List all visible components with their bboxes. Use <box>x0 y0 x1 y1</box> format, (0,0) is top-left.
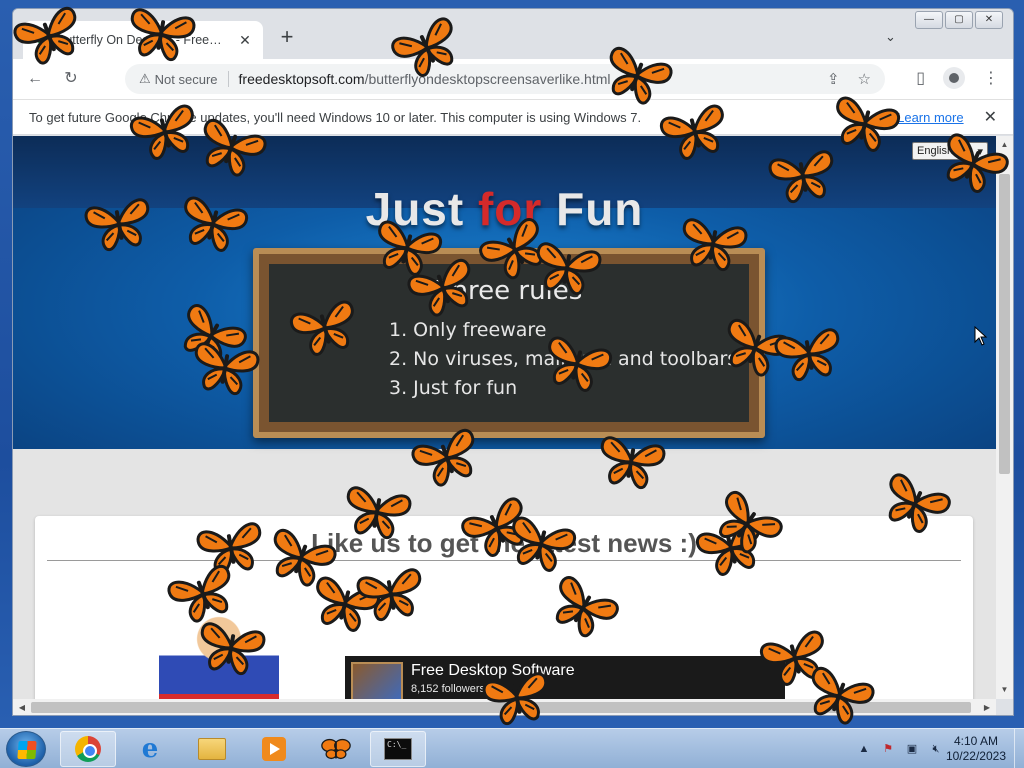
taskbar-media-player[interactable] <box>246 731 302 767</box>
scroll-right-arrow-icon[interactable]: ▶ <box>980 699 994 715</box>
system-tray: ▲ ⚑ ▣ 🔇︎ <box>856 741 944 757</box>
rule-item: 3. Just for fun <box>389 377 518 399</box>
social-card-title: Like us to get the latest news :) <box>311 528 697 558</box>
rule-item: 1. Only freeware <box>389 319 547 341</box>
window-controls: — ▢ ✕ <box>915 11 1003 29</box>
hero-title-part1: Just <box>365 183 478 235</box>
url-host: freedesktopsoft.com <box>238 71 365 87</box>
mouse-cursor-icon <box>974 326 988 346</box>
superhero-mascot-image <box>159 606 279 699</box>
folder-icon <box>198 738 226 760</box>
page-viewport: English ▾ Just for Fun Three rules 1. On… <box>13 136 996 699</box>
close-window-button[interactable]: ✕ <box>975 11 1003 29</box>
tab-close-button[interactable]: ✕ <box>237 32 253 49</box>
social-card: Like us to get the latest news :) Free D… <box>35 516 973 699</box>
tab-title: Butterfly On Desktop - Freeware <box>57 33 229 47</box>
toolbar-right: ▯ ⋮ <box>916 67 999 89</box>
share-icon[interactable]: ⇪ <box>827 70 840 88</box>
browser-toolbar: ← ↻ ⚠ Not secure freedesktopsoft.com/but… <box>13 59 1013 99</box>
infobar-message: To get future Google Chrome updates, you… <box>29 109 642 125</box>
download-arrow-icon: ⬇ <box>34 32 48 49</box>
media-player-icon <box>262 737 286 761</box>
page-thumbnail-image[interactable] <box>351 662 403 699</box>
browser-tab[interactable]: ⬇ Butterfly On Desktop - Freeware ✕ <box>23 21 263 59</box>
taskbar-chrome[interactable] <box>60 731 116 767</box>
show-hidden-icons-icon[interactable]: ▲ <box>856 741 872 757</box>
clock-date: 10/22/2023 <box>945 749 1006 763</box>
update-infobar: To get future Google Chrome updates, you… <box>13 99 1013 135</box>
chalkboard-heading: Three rules <box>435 276 583 306</box>
rule-item: 2. No viruses, mallware and toolbars <box>389 348 738 370</box>
command-prompt-icon: C:\_ <box>384 738 412 760</box>
rules-list: 1. Only freeware 2. No viruses, mallware… <box>389 316 737 403</box>
scroll-down-arrow-icon[interactable]: ▼ <box>996 683 1013 697</box>
facebook-page-info: Free Desktop Software 8,152 followers <box>411 662 575 699</box>
clock-time: 4:10 AM <box>953 734 998 748</box>
show-desktop-button[interactable] <box>1014 729 1024 768</box>
action-center-flag-icon[interactable]: ⚑ <box>880 741 896 757</box>
side-panel-icon[interactable]: ▯ <box>916 68 925 88</box>
horizontal-scroll-thumb[interactable] <box>31 702 971 713</box>
language-select-value: English <box>917 145 954 157</box>
chevron-down-icon: ▾ <box>977 145 983 158</box>
taskbar-command-prompt[interactable]: C:\_ <box>370 731 426 767</box>
title-bar: ⬇ Butterfly On Desktop - Freeware ✕ + ⌄ … <box>13 9 1013 59</box>
url-text: freedesktopsoft.com/butterflyondesktopsc… <box>239 71 611 87</box>
windows-logo-icon <box>17 741 37 759</box>
vertical-scrollbar[interactable]: ▲ ▼ <box>996 136 1013 699</box>
reload-icon[interactable]: ↻ <box>57 65 85 93</box>
volume-muted-icon[interactable]: 🔇︎ <box>928 741 944 757</box>
new-tab-button[interactable]: + <box>275 26 299 50</box>
security-label: Not secure <box>154 71 218 87</box>
start-button[interactable] <box>6 731 46 767</box>
hero-title-accent: for <box>477 183 543 235</box>
butterfly-app-icon <box>321 738 351 760</box>
profile-avatar[interactable] <box>943 67 965 89</box>
hero-title-part2: Fun <box>542 183 644 235</box>
address-bar[interactable]: ⚠ Not secure freedesktopsoft.com/butterf… <box>125 64 885 94</box>
hero-title: Just for Fun <box>13 182 996 236</box>
system-clock[interactable]: 4:10 AM 10/22/2023 <box>946 734 1006 764</box>
url-path: /butterflyondesktopscreensaverlike.html <box>364 71 611 87</box>
chrome-window: ⬇ Butterfly On Desktop - Freeware ✕ + ⌄ … <box>12 8 1014 716</box>
infobar-close-button[interactable]: ✕ <box>984 107 997 127</box>
address-divider <box>227 71 229 87</box>
taskbar: e C:\_ ▲ ⚑ ▣ 🔇︎ 4:10 AM 10/22/2023 <box>0 728 1024 768</box>
horizontal-scrollbar[interactable]: ◀ ▶ <box>13 699 996 715</box>
address-actions: ⇪ ☆ <box>827 70 871 88</box>
kebab-menu-icon[interactable]: ⋮ <box>983 68 999 88</box>
taskbar-file-explorer[interactable] <box>184 731 240 767</box>
facebook-page-widget[interactable]: Free Desktop Software 8,152 followers <box>345 656 785 699</box>
maximize-button[interactable]: ▢ <box>945 11 973 29</box>
minimize-button[interactable]: — <box>915 11 943 29</box>
tab-search-button[interactable]: ⌄ <box>885 29 896 45</box>
scroll-left-arrow-icon[interactable]: ◀ <box>15 699 29 715</box>
scroll-up-arrow-icon[interactable]: ▲ <box>996 138 1013 152</box>
vertical-scroll-thumb[interactable] <box>999 174 1010 474</box>
chrome-icon <box>75 736 101 762</box>
bookmark-star-icon[interactable]: ☆ <box>858 70 871 88</box>
security-indicator[interactable]: ⚠ Not secure <box>139 71 218 87</box>
taskbar-internet-explorer[interactable]: e <box>122 731 178 767</box>
hero-banner: English ▾ Just for Fun Three rules 1. On… <box>13 136 996 449</box>
chalkboard-surface: Three rules 1. Only freeware 2. No virus… <box>269 264 749 422</box>
chalkboard: Three rules 1. Only freeware 2. No virus… <box>253 248 765 438</box>
profile-icon <box>949 73 959 83</box>
network-icon[interactable]: ▣ <box>904 741 920 757</box>
facebook-followers: 8,152 followers <box>411 683 485 695</box>
back-arrow-icon[interactable]: ← <box>21 65 49 93</box>
divider <box>47 560 961 561</box>
warning-triangle-icon: ⚠ <box>139 71 151 86</box>
facebook-page-name[interactable]: Free Desktop Software <box>411 662 575 680</box>
language-select[interactable]: English ▾ <box>912 142 988 160</box>
taskbar-butterfly-app[interactable] <box>308 731 364 767</box>
internet-explorer-icon: e <box>141 734 159 764</box>
learn-more-link[interactable]: Learn more <box>897 110 963 125</box>
